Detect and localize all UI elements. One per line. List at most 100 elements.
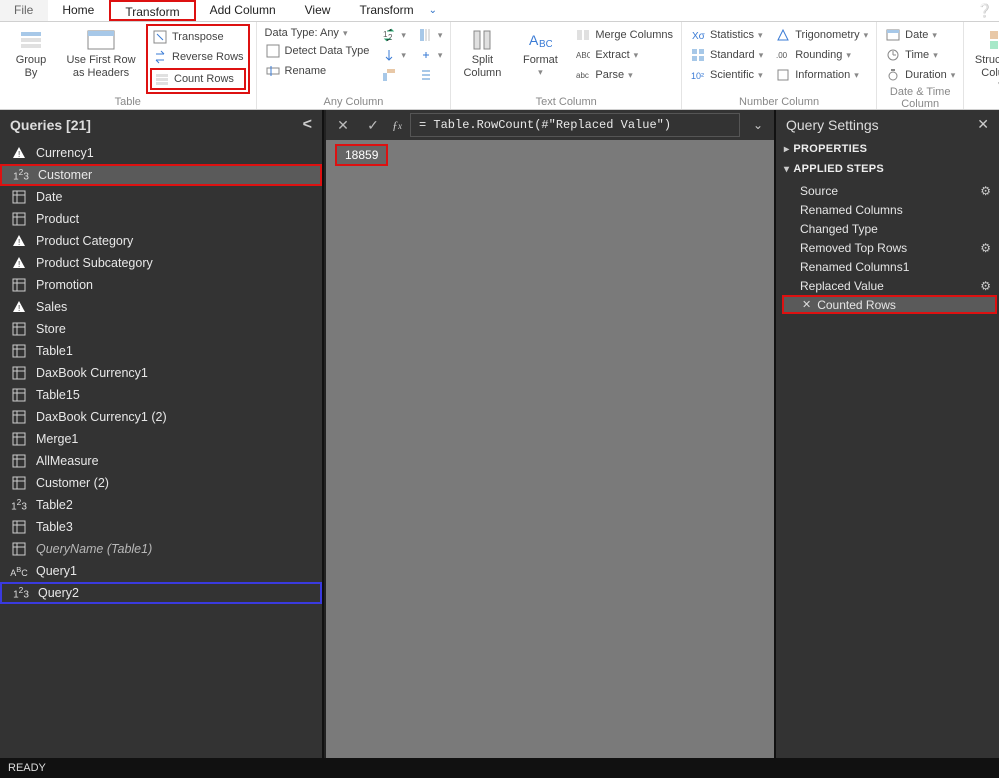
applied-steps-header[interactable]: APPLIED STEPS <box>776 159 999 179</box>
query-item[interactable]: 123Query2 <box>0 582 322 604</box>
ribbon-chevron-icon[interactable]: ⌄ <box>429 5 437 16</box>
query-item-label: Table3 <box>36 520 73 534</box>
query-item[interactable]: !Currency1 <box>0 142 322 164</box>
query-type-icon: 123 <box>12 585 30 600</box>
applied-step[interactable]: Renamed Columns1 <box>782 257 997 276</box>
parse-button[interactable]: abc Parse ▾ <box>573 66 675 84</box>
query-item[interactable]: !Product Category <box>0 230 322 252</box>
step-label: Removed Top Rows <box>800 241 907 255</box>
query-item-label: Query1 <box>36 564 77 578</box>
query-item[interactable]: Store <box>0 318 322 340</box>
tab-transform-2[interactable]: Transform <box>345 0 428 21</box>
query-item[interactable]: Table1 <box>0 340 322 362</box>
query-type-icon: ABC <box>10 565 28 578</box>
query-item[interactable]: DaxBook Currency1 (2) <box>0 406 322 428</box>
tab-view[interactable]: View <box>291 0 346 21</box>
tab-transform[interactable]: Transform <box>109 0 195 21</box>
info-icon <box>775 67 791 83</box>
group-by-button[interactable]: Group By <box>6 24 56 79</box>
query-item[interactable]: Merge1 <box>0 428 322 450</box>
query-item[interactable]: 123Customer <box>0 164 322 186</box>
query-item[interactable]: DaxBook Currency1 <box>0 362 322 384</box>
reverse-rows-button[interactable]: Reverse Rows <box>150 48 246 66</box>
collapse-queries-icon[interactable]: < <box>303 116 312 134</box>
information-button[interactable]: Information ▾ <box>773 66 870 84</box>
query-type-icon <box>10 366 28 380</box>
replace-values-button[interactable]: 12 ▾ <box>379 26 408 44</box>
data-type-label: Data Type: Any <box>265 27 339 39</box>
statistics-button[interactable]: Xσ Statistics ▾ <box>688 26 765 44</box>
duration-button[interactable]: Duration ▾ <box>883 66 957 84</box>
parse-label: Parse <box>595 69 624 81</box>
step-settings-icon[interactable]: ⚙ <box>980 184 991 198</box>
query-item[interactable]: QueryName (Table1) <box>0 538 322 560</box>
applied-step[interactable]: ✕Counted Rows <box>782 295 997 314</box>
query-item[interactable]: Product <box>0 208 322 230</box>
applied-step[interactable]: Replaced Value⚙ <box>782 276 997 295</box>
detect-data-type-button[interactable]: Detect Data Type <box>263 42 372 60</box>
applied-step[interactable]: Changed Type <box>782 219 997 238</box>
count-rows-button[interactable]: Count Rows <box>150 68 246 90</box>
help-icon[interactable]: ❔ <box>977 3 993 19</box>
scientific-button[interactable]: 10² Scientific ▾ <box>688 66 765 84</box>
rounding-button[interactable]: .00 Rounding ▾ <box>773 46 870 64</box>
ribbon-group-anycolumn: Data Type: Any ▾ Detect Data Type Rename <box>257 22 452 109</box>
transpose-icon <box>152 29 168 45</box>
query-item[interactable]: Table15 <box>0 384 322 406</box>
query-item[interactable]: AllMeasure <box>0 450 322 472</box>
convert-to-list-button[interactable] <box>416 66 445 84</box>
date-label: Date <box>905 29 928 41</box>
duration-icon <box>885 67 901 83</box>
format-button[interactable]: ABC Format ▾ <box>515 24 565 77</box>
extract-icon: ABC <box>575 47 591 63</box>
query-item[interactable]: Promotion <box>0 274 322 296</box>
center-pane: ✕ ✓ ƒx = Table.RowCount(#"Replaced Value… <box>324 110 774 758</box>
query-item[interactable]: !Sales <box>0 296 322 318</box>
query-item[interactable]: Customer (2) <box>0 472 322 494</box>
svg-text:10²: 10² <box>691 71 704 81</box>
trigonometry-button[interactable]: Trigonometry ▾ <box>773 26 870 44</box>
query-item[interactable]: 123Table2 <box>0 494 322 516</box>
query-item-label: Table1 <box>36 344 73 358</box>
data-type-button[interactable]: Data Type: Any ▾ <box>263 26 372 40</box>
formula-bar: ✕ ✓ ƒx = Table.RowCount(#"Replaced Value… <box>326 110 774 140</box>
applied-step[interactable]: Source⚙ <box>782 181 997 200</box>
query-item[interactable]: Date <box>0 186 322 208</box>
query-item[interactable]: ABC Query1 <box>0 560 322 582</box>
merge-columns-button[interactable]: Merge Columns <box>573 26 675 44</box>
formula-input[interactable]: = Table.RowCount(#"Replaced Value") <box>410 113 740 137</box>
standard-button[interactable]: Standard ▾ <box>688 46 765 64</box>
accept-formula-icon[interactable]: ✓ <box>362 117 384 134</box>
pivot-button[interactable] <box>379 66 408 84</box>
fill-button[interactable]: ▾ <box>379 46 408 64</box>
move-button[interactable]: ▾ <box>416 46 445 64</box>
close-settings-icon[interactable]: ✕ <box>977 116 989 133</box>
query-item[interactable]: !Product Subcategory <box>0 252 322 274</box>
applied-step[interactable]: Removed Top Rows ⚙ <box>782 238 997 257</box>
split-column-label: Split Column <box>463 54 501 79</box>
step-settings-icon[interactable]: ⚙ <box>980 241 991 255</box>
tab-file[interactable]: File <box>0 0 48 21</box>
cancel-formula-icon[interactable]: ✕ <box>332 117 354 134</box>
dropdown-icon: ▾ <box>759 50 764 61</box>
date-button[interactable]: Date ▾ <box>883 26 957 44</box>
group-table-label: Table <box>6 94 250 109</box>
tab-home[interactable]: Home <box>48 0 109 21</box>
time-button[interactable]: Time ▾ <box>883 46 957 64</box>
structured-column-button[interactable]: Structured Column ▾ <box>970 24 999 90</box>
use-first-row-button[interactable]: Use First Row as Headers <box>64 24 138 79</box>
fx-icon: ƒx <box>392 118 402 133</box>
svg-text:!: ! <box>18 260 20 269</box>
tab-addcolumn[interactable]: Add Column <box>196 0 291 21</box>
delete-step-icon[interactable]: ✕ <box>802 298 811 311</box>
properties-header[interactable]: PROPERTIES <box>776 139 999 159</box>
transpose-button[interactable]: Transpose <box>150 28 246 46</box>
query-item[interactable]: Table3 <box>0 516 322 538</box>
applied-step[interactable]: Renamed Columns <box>782 200 997 219</box>
unpivot-button[interactable]: ▾ <box>416 26 445 44</box>
extract-button[interactable]: ABC Extract ▾ <box>573 46 675 64</box>
split-column-button[interactable]: Split Column <box>457 24 507 79</box>
expand-formula-icon[interactable]: ⌄ <box>748 118 768 132</box>
step-settings-icon[interactable]: ⚙ <box>980 279 991 293</box>
rename-button[interactable]: Rename <box>263 62 372 80</box>
